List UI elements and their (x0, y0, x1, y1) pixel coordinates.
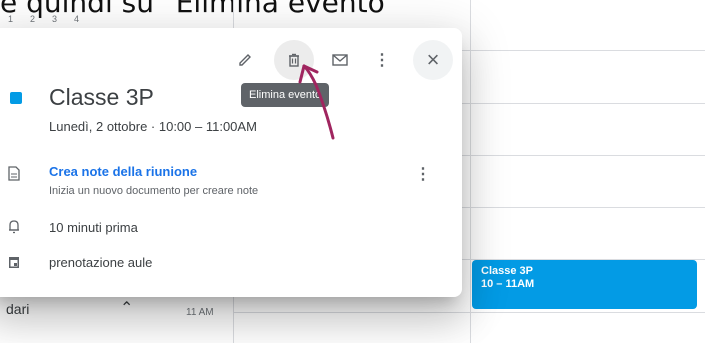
document-icon (8, 166, 20, 184)
grid-divider (470, 0, 471, 343)
pencil-icon (239, 54, 251, 66)
close-button[interactable]: × (413, 40, 453, 80)
options-button[interactable]: ⋮ (362, 40, 402, 80)
close-icon: × (426, 47, 440, 72)
edit-button[interactable] (225, 40, 265, 80)
mini-day[interactable]: 4 (74, 14, 96, 24)
delete-button[interactable] (274, 40, 314, 80)
mini-calendar-days: 1234 (8, 14, 96, 24)
mini-day[interactable]: 1 (8, 14, 30, 24)
grid-line (233, 312, 705, 313)
notes-more-icon[interactable]: ⋮ (415, 164, 431, 184)
event-chip-time: 10 – 11AM (481, 278, 535, 290)
calendar-name: prenotazione aule (49, 255, 153, 270)
event-title: Classe 3P (49, 84, 154, 110)
calendar-event-chip[interactable]: Classe 3P 10 – 11AM (472, 260, 697, 309)
time-label: 11 AM (186, 307, 214, 318)
create-notes-link[interactable]: Crea note della riunione (49, 164, 197, 179)
event-details-popup: ⋮ × Elimina evento Classe 3P Lunedì, 2 o… (0, 28, 462, 297)
email-guests-button[interactable] (320, 40, 360, 80)
mini-day[interactable]: 3 (52, 14, 74, 24)
event-chip-title: Classe 3P (481, 265, 533, 277)
mail-icon (332, 54, 348, 66)
mini-day[interactable]: 2 (30, 14, 52, 24)
create-notes-hint: Inizia un nuovo documento per creare not… (49, 185, 259, 197)
calendar-icon (8, 255, 20, 272)
calendars-section-label[interactable]: dari (6, 301, 29, 317)
event-datetime: Lunedì, 2 ottobre · 10:00 – 11:00AM (49, 119, 257, 134)
chevron-up-icon[interactable]: ⌃ (120, 298, 133, 318)
trash-icon (289, 53, 299, 67)
bell-icon (8, 219, 20, 237)
reminder-text: 10 minuti prima (49, 220, 138, 235)
event-color-swatch (10, 92, 22, 104)
delete-tooltip: Elimina evento (241, 83, 330, 107)
more-vert-icon: ⋮ (374, 52, 390, 69)
